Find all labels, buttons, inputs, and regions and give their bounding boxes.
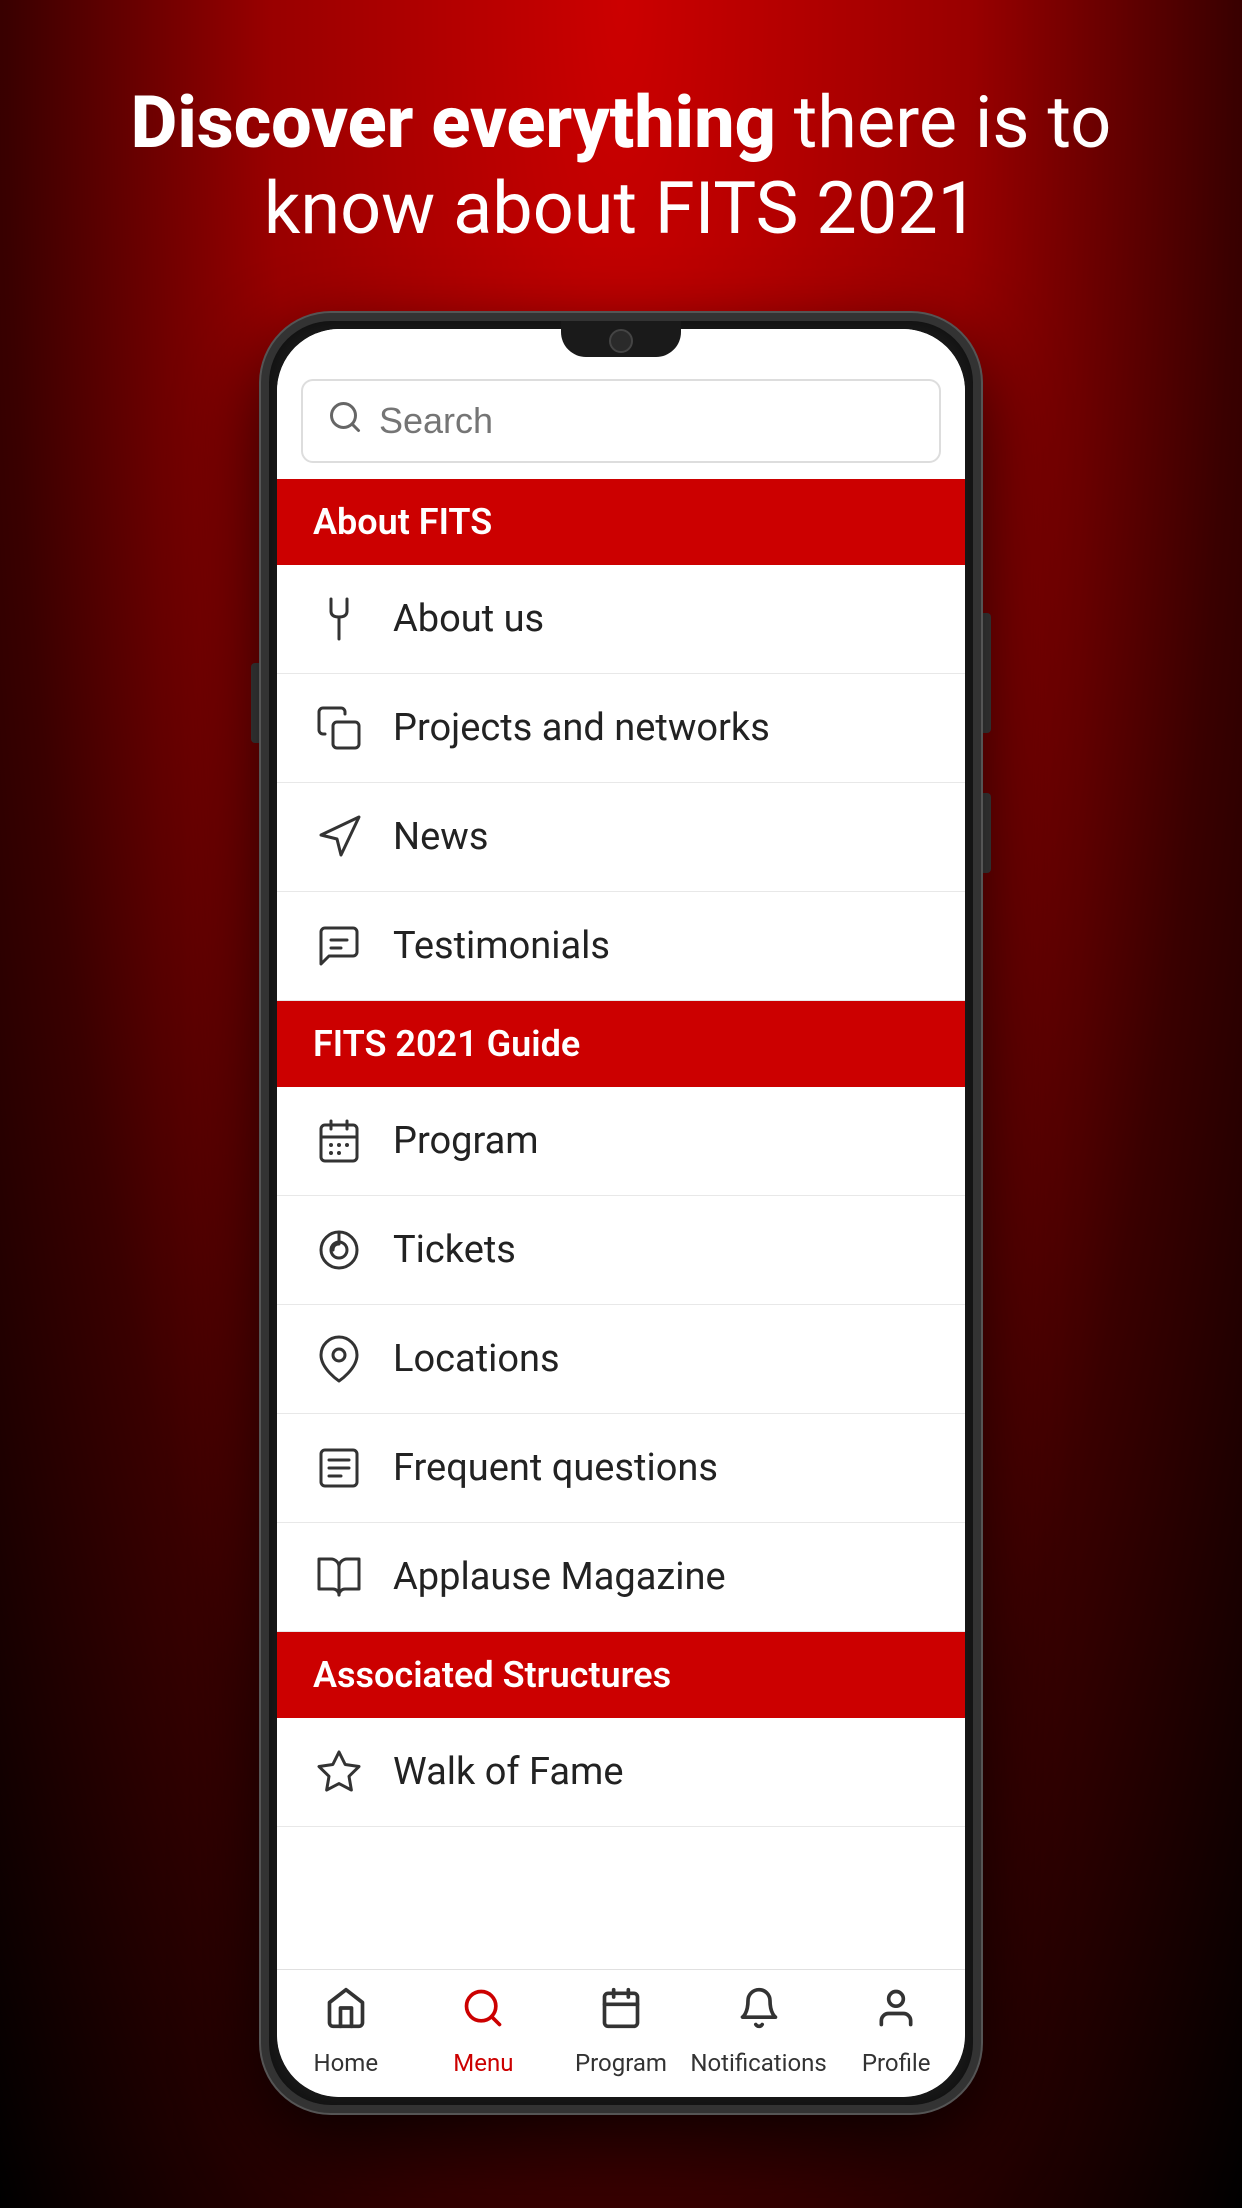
screen-content[interactable]: About FITS About us [277,329,965,1969]
book-icon [313,1551,365,1603]
ticket-icon [313,1224,365,1276]
calendar-icon [313,1115,365,1167]
search-icon [327,399,363,443]
menu-item-about-us[interactable]: About us [277,565,965,674]
bell-icon [737,1986,781,2041]
power-button [983,613,991,733]
volume-button [251,663,259,743]
nav-profile[interactable]: Profile [827,1986,965,2077]
notifications-nav-label: Notifications [690,2049,826,2077]
menu-item-projects-networks[interactable]: Projects and networks [277,674,965,783]
section-fits-guide: FITS 2021 Guide [277,1001,965,1087]
phone-container: About FITS About us [261,313,981,2113]
navigation-icon [313,811,365,863]
nav-notifications[interactable]: Notifications [690,1986,828,2077]
program-nav-label: Program [575,2049,667,2077]
section-associated-structures: Associated Structures [277,1632,965,1718]
menu-nav-label: Menu [453,2049,513,2077]
search-input[interactable] [379,400,915,442]
home-icon [324,1986,368,2041]
faq-icon [313,1442,365,1494]
menu-icon [461,1986,505,2041]
location-icon [313,1333,365,1385]
nav-menu[interactable]: Menu [415,1986,553,2077]
person-icon [874,1986,918,2041]
message-icon [313,920,365,972]
menu-item-applause-magazine[interactable]: Applause Magazine [277,1523,965,1632]
search-bar[interactable] [301,379,941,463]
menu-item-frequent-questions[interactable]: Frequent questions [277,1414,965,1523]
fork-icon [313,593,365,645]
menu-item-tickets[interactable]: Tickets [277,1196,965,1305]
menu-item-walk-of-fame[interactable]: Walk of Fame [277,1718,965,1827]
section-about-fits: About FITS [277,479,965,565]
copy-icon [313,702,365,754]
hero-title-bold: Discover everything [131,80,776,165]
menu-item-program[interactable]: Program [277,1087,965,1196]
phone-screen: About FITS About us [277,329,965,2097]
hero-section: Discover everything there is to know abo… [0,0,1242,313]
bottom-nav: Home Menu [277,1969,965,2097]
news-label: News [393,815,488,859]
about-us-label: About us [393,597,544,641]
profile-nav-label: Profile [862,2049,931,2077]
program-label: Program [393,1119,539,1163]
star-icon [313,1746,365,1798]
applause-magazine-label: Applause Magazine [393,1555,726,1599]
nav-program[interactable]: Program [552,1986,690,2077]
menu-item-news[interactable]: News [277,783,965,892]
tickets-label: Tickets [393,1228,516,1272]
calendar-nav-icon [599,1986,643,2041]
bixby-button [983,793,991,873]
phone-notch [561,321,681,357]
frequent-questions-label: Frequent questions [393,1446,718,1490]
testimonials-label: Testimonials [393,924,610,968]
phone-frame: About FITS About us [261,313,981,2113]
nav-home[interactable]: Home [277,1986,415,2077]
menu-item-locations[interactable]: Locations [277,1305,965,1414]
projects-networks-label: Projects and networks [393,706,770,750]
locations-label: Locations [393,1337,560,1381]
walk-of-fame-label: Walk of Fame [393,1750,624,1794]
menu-item-testimonials[interactable]: Testimonials [277,892,965,1001]
front-camera [609,329,633,353]
home-nav-label: Home [314,2049,379,2077]
